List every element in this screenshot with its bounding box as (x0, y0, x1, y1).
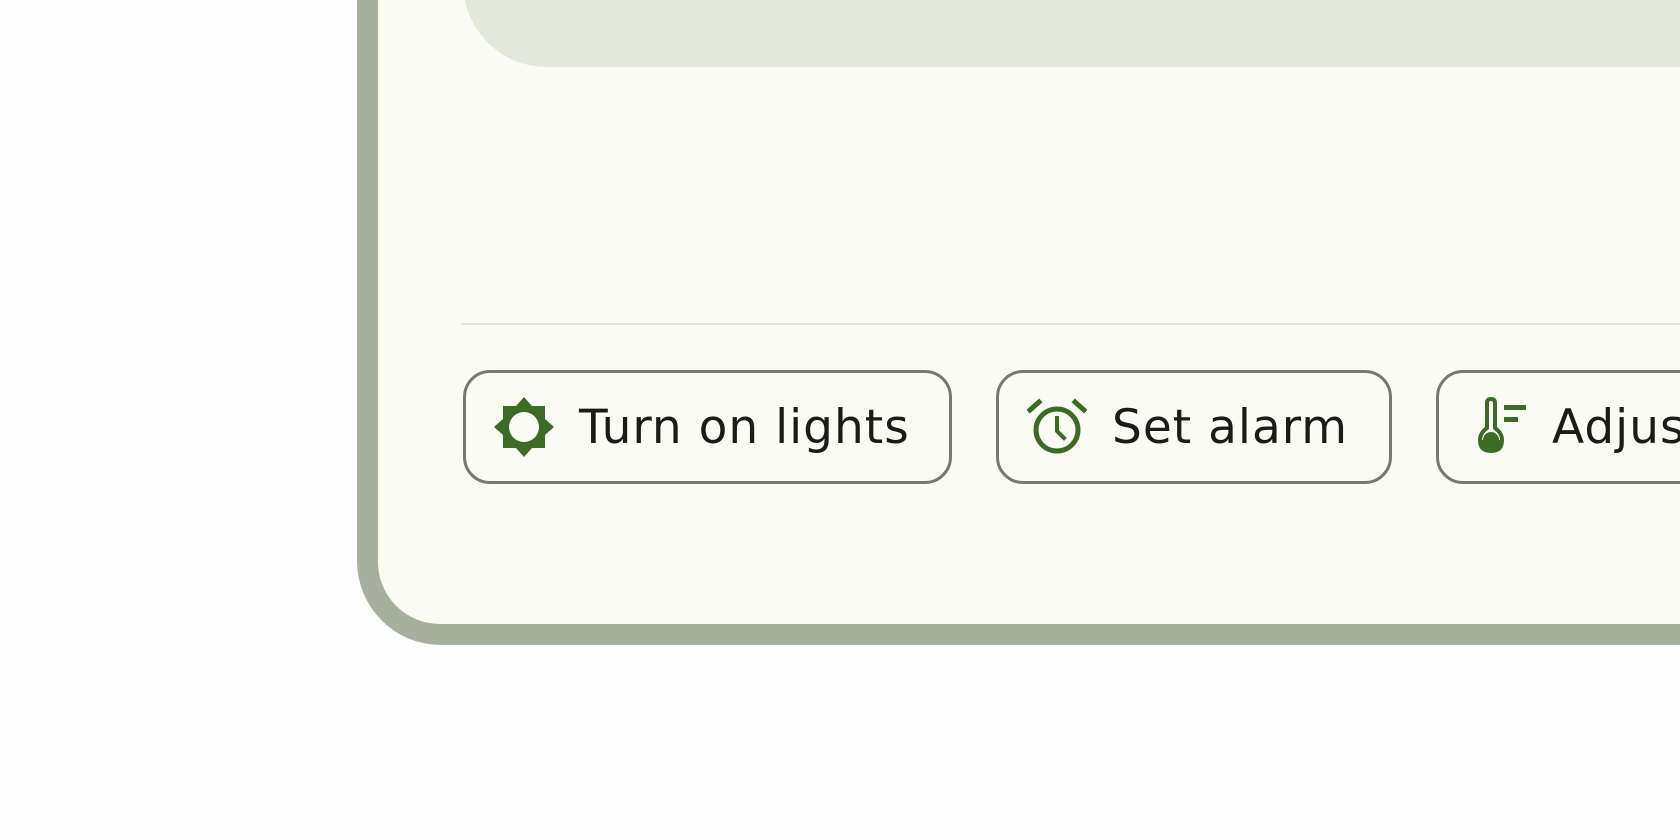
divider (461, 323, 1680, 325)
suggestion-chip-set-alarm[interactable]: Set alarm (996, 370, 1392, 484)
alarm-clock-icon (1027, 398, 1087, 454)
thermostat-icon (1477, 397, 1526, 454)
suggestion-chip-adjust[interactable]: Adjust (1436, 370, 1680, 484)
suggestion-label: Set alarm (1112, 399, 1349, 455)
suggestion-label: Turn on lights (579, 399, 910, 455)
device-frame: Turn on lights Set alarm Adjus (357, 0, 1680, 645)
suggestion-label: Adjust (1552, 399, 1680, 455)
top-card (463, 0, 1680, 67)
suggestion-chips: Turn on lights Set alarm Adjus (463, 370, 1680, 484)
assistant-screen: Turn on lights Set alarm Adjus (378, 0, 1680, 624)
brightness-icon (494, 397, 554, 457)
suggestion-chip-turn-on-lights[interactable]: Turn on lights (463, 370, 952, 484)
